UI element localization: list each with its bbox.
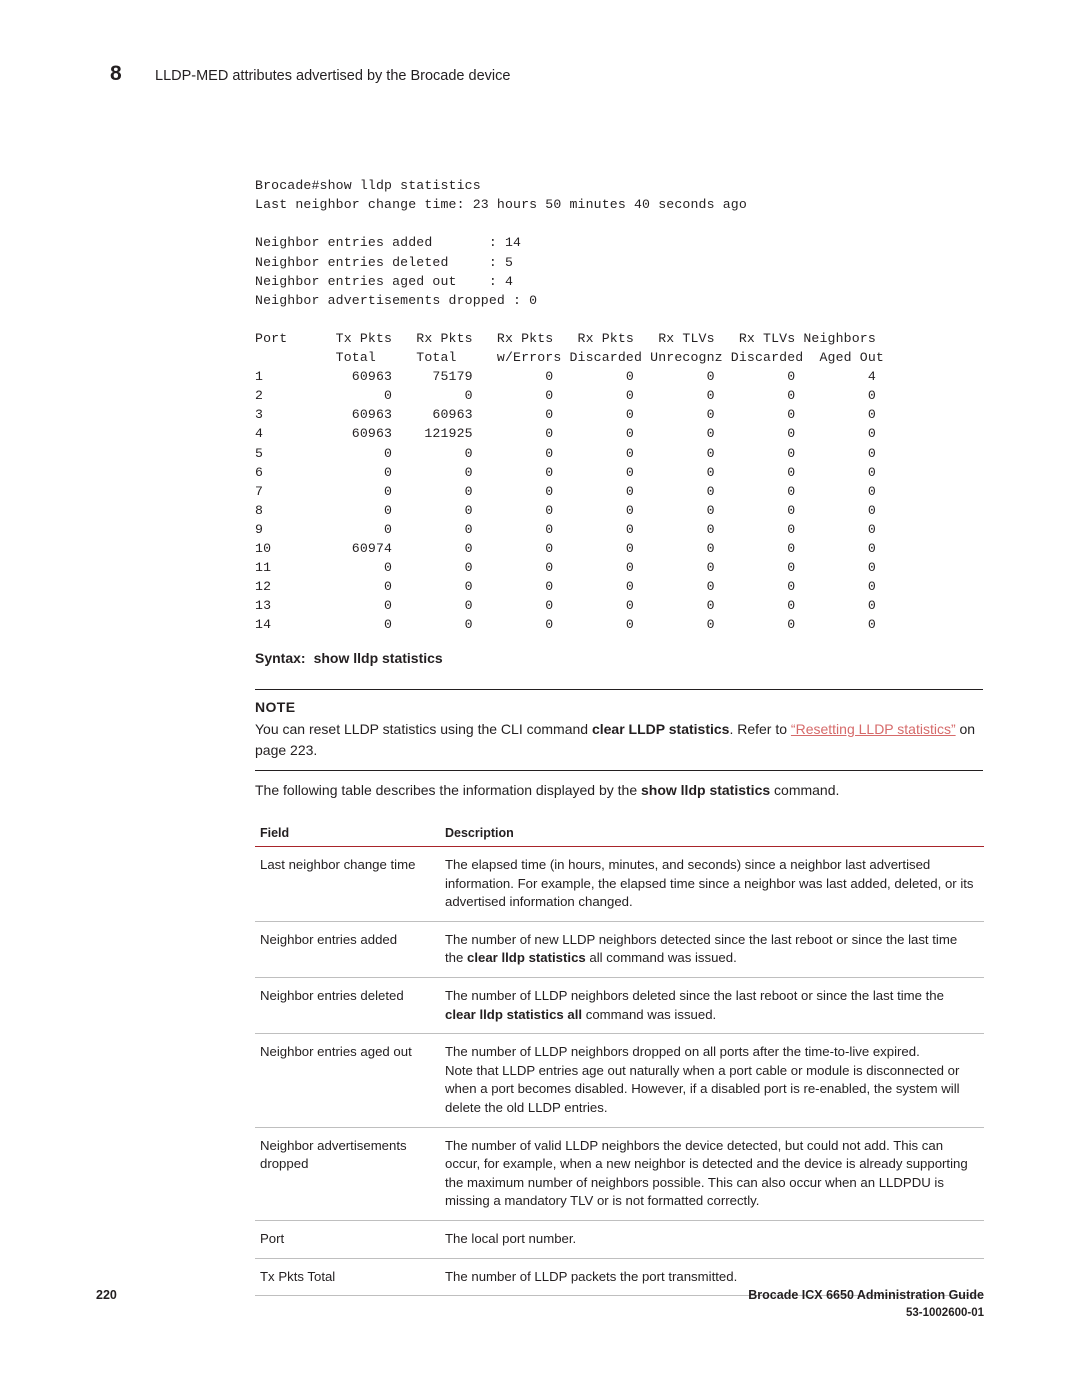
column-header-description: Description bbox=[440, 820, 984, 847]
table-header-row: Field Description bbox=[255, 820, 984, 847]
cell-description: The number of LLDP neighbors deleted sin… bbox=[440, 977, 984, 1035]
intro-text-2: command. bbox=[770, 782, 840, 798]
table-row: Neighbor entries deleted The number of L… bbox=[255, 977, 984, 1035]
intro-paragraph: The following table describes the inform… bbox=[255, 780, 985, 801]
cell-description: The local port number. bbox=[440, 1220, 984, 1259]
cli-output-block: Brocade#show lldp statistics Last neighb… bbox=[255, 178, 884, 633]
cell-field: Neighbor entries added bbox=[255, 921, 440, 978]
note-title: NOTE bbox=[255, 699, 296, 715]
footer-document-info: Brocade ICX 6650 Administration Guide 53… bbox=[748, 1286, 984, 1322]
syntax-command: show lldp statistics bbox=[313, 650, 443, 666]
table-row: Neighbor advertisements dropped The numb… bbox=[255, 1127, 984, 1221]
cell-description: The number of valid LLDP neighbors the d… bbox=[440, 1127, 984, 1221]
chapter-number: 8 bbox=[110, 62, 122, 85]
cell-field: Neighbor entries aged out bbox=[255, 1033, 440, 1128]
note-top-rule bbox=[255, 689, 983, 690]
table-row: Last neighbor change time The elapsed ti… bbox=[255, 846, 984, 922]
note-text-1: You can reset LLDP statistics using the … bbox=[255, 721, 592, 737]
chapter-header: 8 LLDP-MED attributes advertised by the … bbox=[110, 62, 510, 86]
table-row: Port The local port number. bbox=[255, 1220, 984, 1259]
footer-document-number: 53-1002600-01 bbox=[905, 1307, 984, 1319]
cell-text-bold: clear lldp statistics bbox=[467, 950, 586, 966]
chapter-title: LLDP-MED attributes advertised by the Br… bbox=[155, 68, 511, 84]
cell-text-post: all command was issued. bbox=[585, 950, 737, 966]
cell-description: The number of LLDP neighbors dropped on … bbox=[440, 1033, 984, 1128]
table-row: Neighbor entries aged out The number of … bbox=[255, 1033, 984, 1128]
footer-guide-title: Brocade ICX 6650 Administration Guide bbox=[748, 1288, 984, 1302]
cell-text-bold: clear lldp statistics all bbox=[445, 1006, 583, 1022]
note-bold-command: clear LLDP statistics bbox=[591, 721, 730, 737]
note-body: You can reset LLDP statistics using the … bbox=[255, 719, 985, 761]
cell-field: Neighbor advertisements dropped bbox=[255, 1127, 440, 1221]
note-text-2: . Refer to bbox=[729, 721, 791, 737]
footer-page-number: 220 bbox=[96, 1288, 117, 1302]
cell-text-post: command was issued. bbox=[582, 1006, 717, 1022]
intro-bold-command: show lldp statistics bbox=[641, 782, 771, 798]
table-row: Neighbor entries added The number of new… bbox=[255, 921, 984, 978]
cell-field: Neighbor entries deleted bbox=[255, 977, 440, 1035]
cell-description: The number of new LLDP neighbors detecte… bbox=[440, 921, 984, 978]
field-description-table: Field Description Last neighbor change t… bbox=[255, 820, 984, 1297]
cell-description: The elapsed time (in hours, minutes, and… bbox=[440, 846, 984, 922]
cell-field: Last neighbor change time bbox=[255, 846, 440, 922]
document-page: 8 LLDP-MED attributes advertised by the … bbox=[0, 0, 1080, 1397]
column-header-field: Field bbox=[255, 820, 440, 847]
cell-field: Tx Pkts Total bbox=[255, 1258, 440, 1297]
note-crossreference-link[interactable]: “Resetting LLDP statistics” bbox=[791, 721, 956, 737]
cell-text-pre: The number of LLDP neighbors deleted sin… bbox=[445, 987, 944, 1003]
cell-field: Port bbox=[255, 1220, 440, 1259]
syntax-line: Syntax: show lldp statistics bbox=[255, 650, 443, 666]
syntax-label: Syntax: bbox=[255, 650, 306, 666]
note-bottom-rule bbox=[255, 770, 983, 771]
intro-text-1: The following table describes the inform… bbox=[255, 782, 641, 798]
